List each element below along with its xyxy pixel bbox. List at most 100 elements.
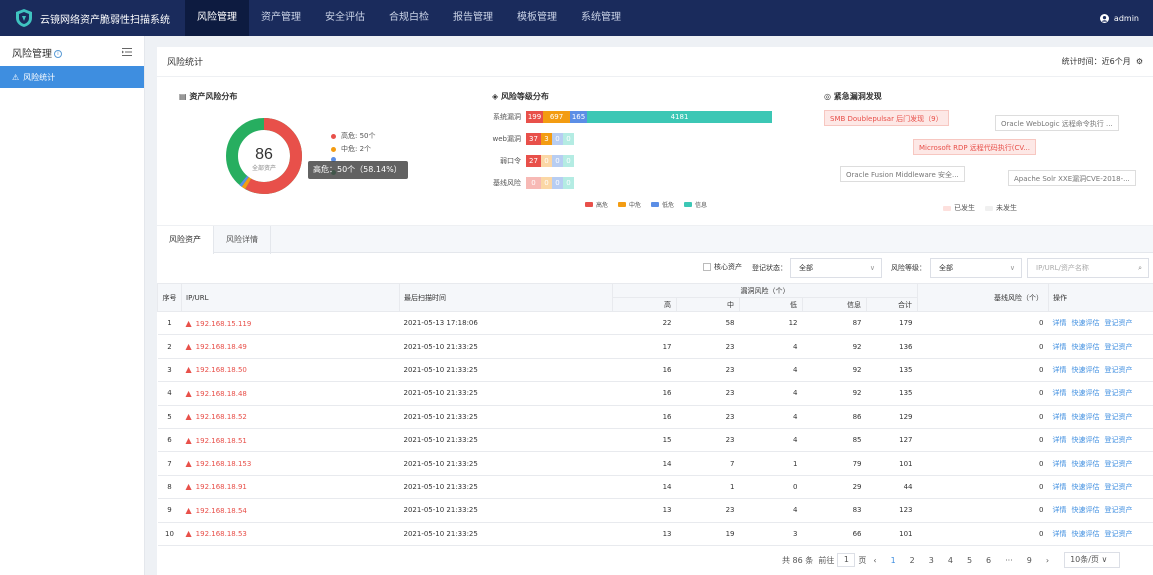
core-asset-checkbox[interactable]: 核心资产 [703, 262, 742, 272]
register-asset-link[interactable]: 登记资产 [1105, 506, 1133, 514]
quick-assess-link[interactable]: 快速评估 [1072, 460, 1100, 468]
col-header-total[interactable]: 合计 [866, 297, 918, 312]
tab-risk-assets[interactable]: 风险资产 [157, 226, 214, 254]
nav-security-assessment[interactable]: 安全评估 [313, 0, 377, 36]
page-3[interactable]: 3 [929, 556, 934, 565]
legend-low[interactable]: 低危 [651, 200, 674, 209]
register-asset-link[interactable]: 登记资产 [1105, 483, 1133, 491]
vuln-tag-apache-solr[interactable]: Apache Solr XXE漏洞CVE-2018-... [1008, 170, 1136, 186]
details-link[interactable]: 详情 [1053, 389, 1067, 397]
details-link[interactable]: 详情 [1053, 413, 1067, 421]
details-link[interactable]: 详情 [1053, 366, 1067, 374]
goto-page-input[interactable]: 1 [837, 553, 856, 567]
page-size-select[interactable]: 10条/页 ∨ [1064, 552, 1121, 568]
cell-ip[interactable]: ▲ 192.168.18.53 [181, 522, 400, 546]
vuln-tag-microsoft-rdp[interactable]: Microsoft RDP 远程代码执行(CV... [913, 139, 1036, 155]
vuln-tag-oracle-fusion[interactable]: Oracle Fusion Middleware 安全... [840, 166, 965, 182]
cell-ip[interactable]: ▲ 192.168.18.51 [181, 428, 400, 453]
prev-page-icon[interactable]: ‹ [873, 556, 876, 565]
register-asset-link[interactable]: 登记资产 [1105, 530, 1133, 538]
bar-row-baseline[interactable]: 0 0 0 0 [526, 177, 574, 189]
app-logo[interactable]: 云镜网络资产脆弱性扫描系统 [0, 8, 185, 28]
collapse-menu-icon[interactable] [122, 48, 132, 56]
nav-report-management[interactable]: 报告管理 [441, 0, 505, 36]
quick-assess-link[interactable]: 快速评估 [1072, 413, 1100, 421]
asset-risk-donut-chart[interactable]: 86 全部资产 [225, 117, 303, 195]
stat-time-selector[interactable]: 统计时间：近6个月 ⚙ [1062, 56, 1143, 67]
legend-medium[interactable]: 中危 [618, 200, 641, 209]
page-4[interactable]: 4 [948, 556, 953, 565]
table-row[interactable]: 6 ▲ 192.168.18.51 2021-05-10 21:33:25 15 23 4 8… [157, 428, 1153, 453]
search-input[interactable]: IP/URL/资产名称 ⌕ [1027, 258, 1149, 278]
bar-row-system[interactable]: 199 697 165 4181 [526, 111, 772, 123]
table-row[interactable]: 3 ▲ 192.168.18.50 2021-05-10 21:33:25 16 23 4 9… [157, 358, 1153, 383]
settings-gear-icon[interactable]: ⚙ [1133, 57, 1143, 66]
cell-ip[interactable]: ▲ 192.168.18.54 [181, 498, 400, 523]
page-5[interactable]: 5 [967, 556, 972, 565]
register-asset-link[interactable]: 登记资产 [1105, 319, 1133, 327]
details-link[interactable]: 详情 [1053, 530, 1067, 538]
col-header-high[interactable]: 高 [612, 297, 677, 312]
cell-ip[interactable]: ▲ 192.168.18.52 [181, 405, 400, 429]
legend-occurred[interactable]: 已发生 [943, 203, 975, 213]
legend-medium[interactable]: 中危: 2个 [331, 144, 371, 154]
cell-ip[interactable]: ▲ 192.168.18.49 [181, 334, 400, 359]
vuln-tag-oracle-weblogic[interactable]: Oracle WebLogic 远程命令执行 ... [995, 115, 1119, 131]
quick-assess-link[interactable]: 快速评估 [1072, 530, 1100, 538]
register-asset-link[interactable]: 登记资产 [1105, 389, 1133, 397]
col-header-info[interactable]: 信息 [802, 297, 867, 312]
bar-row-weak-password[interactable]: 27 0 0 0 [526, 155, 574, 167]
legend-high[interactable]: 高危: 50个 [331, 131, 376, 141]
cell-ip[interactable]: ▲ 192.168.18.50 [181, 358, 400, 383]
checkbox-box[interactable] [703, 263, 711, 271]
page-1[interactable]: 1 [891, 556, 896, 565]
details-link[interactable]: 详情 [1053, 436, 1067, 444]
page-ellipsis[interactable]: ··· [1005, 556, 1013, 565]
nav-compliance-check[interactable]: 合规白检 [377, 0, 441, 36]
user-menu[interactable]: admin [1099, 0, 1139, 36]
register-asset-link[interactable]: 登记资产 [1105, 343, 1133, 351]
next-page-icon[interactable]: › [1046, 556, 1049, 565]
col-header-mid[interactable]: 中 [676, 297, 740, 312]
sidebar-item-risk-statistics[interactable]: ⚠ 风险统计 [0, 66, 144, 88]
details-link[interactable]: 详情 [1053, 483, 1067, 491]
page-2[interactable]: 2 [910, 556, 915, 565]
table-row[interactable]: 9 ▲ 192.168.18.54 2021-05-10 21:33:25 13 23 4 8… [157, 498, 1153, 523]
quick-assess-link[interactable]: 快速评估 [1072, 366, 1100, 374]
details-link[interactable]: 详情 [1053, 319, 1067, 327]
register-asset-link[interactable]: 登记资产 [1105, 436, 1133, 444]
table-row[interactable]: 4 ▲ 192.168.18.48 2021-05-10 21:33:25 16 23 4 9… [157, 381, 1153, 406]
quick-assess-link[interactable]: 快速评估 [1072, 343, 1100, 351]
cell-ip[interactable]: ▲ 192.168.15.119 [181, 311, 400, 336]
table-row[interactable]: 7 ▲ 192.168.18.153 2021-05-10 21:33:25 14 7 1 7… [157, 451, 1153, 476]
table-row[interactable]: 2 ▲ 192.168.18.49 2021-05-10 21:33:25 17 23 4 9… [157, 334, 1153, 359]
reg-status-select[interactable]: 全部 ∨ [790, 258, 882, 278]
quick-assess-link[interactable]: 快速评估 [1072, 389, 1100, 397]
details-link[interactable]: 详情 [1053, 343, 1067, 351]
legend-high[interactable]: 高危 [585, 200, 608, 209]
nav-system-management[interactable]: 系统管理 [569, 0, 633, 36]
details-link[interactable]: 详情 [1053, 506, 1067, 514]
table-row[interactable]: 1 ▲ 192.168.15.119 2021-05-13 17:18:06 22 58 1… [157, 311, 1153, 336]
details-link[interactable]: 详情 [1053, 460, 1067, 468]
nav-asset-management[interactable]: 资产管理 [249, 0, 313, 36]
table-row[interactable]: 5 ▲ 192.168.18.52 2021-05-10 21:33:25 16 23 4 8… [157, 405, 1153, 429]
quick-assess-link[interactable]: 快速评估 [1072, 506, 1100, 514]
quick-assess-link[interactable]: 快速评估 [1072, 319, 1100, 327]
quick-assess-link[interactable]: 快速评估 [1072, 483, 1100, 491]
nav-risk-management[interactable]: 风险管理 [185, 0, 249, 36]
info-icon[interactable]: i [54, 49, 62, 58]
quick-assess-link[interactable]: 快速评估 [1072, 436, 1100, 444]
tab-risk-details[interactable]: 风险详情 [214, 226, 271, 254]
risk-level-select[interactable]: 全部 ∨ [930, 258, 1022, 278]
cell-ip[interactable]: ▲ 192.168.18.48 [181, 381, 400, 406]
cell-ip[interactable]: ▲ 192.168.18.153 [181, 451, 400, 476]
cell-ip[interactable]: ▲ 192.168.18.91 [181, 475, 400, 500]
page-6[interactable]: 6 [986, 556, 991, 565]
table-row[interactable]: 8 ▲ 192.168.18.91 2021-05-10 21:33:25 14 1 0 29… [157, 475, 1153, 500]
legend-not-occurred[interactable]: 未发生 [985, 203, 1017, 213]
legend-info[interactable]: 信息 [684, 200, 707, 209]
register-asset-link[interactable]: 登记资产 [1105, 413, 1133, 421]
vuln-tag-smb-doublepulsar[interactable]: SMB Doublepulsar 后门发现（9） [824, 110, 949, 126]
bar-row-web[interactable]: 37 3 0 0 [526, 133, 574, 145]
